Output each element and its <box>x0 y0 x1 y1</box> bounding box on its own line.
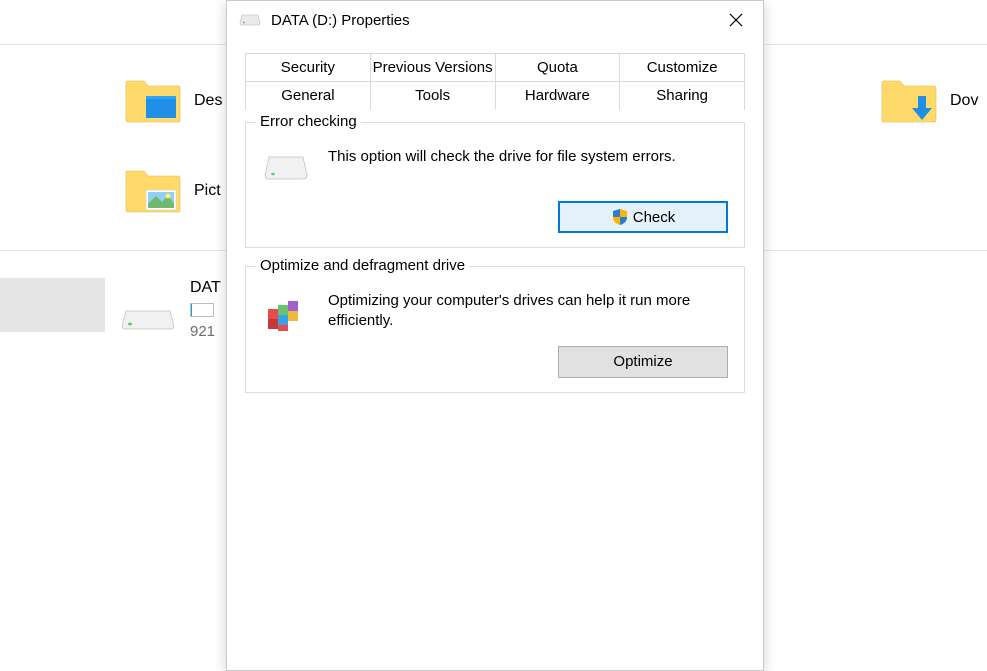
folder-item-downloads[interactable]: Dov <box>880 78 978 123</box>
drive-size: 921 <box>190 323 221 340</box>
shield-icon <box>611 208 629 226</box>
folder-pictures-icon <box>124 168 182 213</box>
tab-quota[interactable]: Quota <box>495 53 621 82</box>
check-button[interactable]: Check <box>558 201 728 233</box>
group-title: Error checking <box>256 113 361 130</box>
folder-label: Des <box>194 92 222 110</box>
folder-item-desktop[interactable]: Des <box>124 78 222 123</box>
tab-sharing[interactable]: Sharing <box>619 81 745 110</box>
group-error-checking: Error checking This option will check th… <box>245 122 745 248</box>
tab-previous-versions[interactable]: Previous Versions <box>370 53 496 82</box>
close-icon <box>729 13 743 27</box>
drive-info: DAT 921 <box>190 279 221 340</box>
tab-hardware[interactable]: Hardware <box>495 81 621 110</box>
tab-tools[interactable]: Tools <box>370 81 496 110</box>
drive-icon <box>118 291 178 336</box>
sidebar-selection <box>0 278 105 332</box>
folder-item-pictures[interactable]: Pict <box>124 168 221 213</box>
tab-general[interactable]: General <box>245 81 371 110</box>
optimize-button[interactable]: Optimize <box>558 346 728 378</box>
drive-icon <box>262 147 310 187</box>
folder-desktop-icon <box>124 78 182 123</box>
folder-label: Dov <box>950 92 978 110</box>
drive-item[interactable]: DAT 921 <box>118 279 221 340</box>
tab-tools-content: Error checking This option will check th… <box>227 110 763 411</box>
titlebar[interactable]: DATA (D:) Properties <box>227 1 763 39</box>
group-title: Optimize and defragment drive <box>256 257 469 274</box>
folder-downloads-icon <box>880 78 938 123</box>
group-optimize: Optimize and defragment drive Optimizing… <box>245 266 745 393</box>
dialog-title: DATA (D:) Properties <box>271 12 703 29</box>
optimize-text: Optimizing your computer's drives can he… <box>328 291 728 332</box>
drive-usage-bar <box>190 303 214 317</box>
defrag-icon <box>262 291 310 331</box>
tab-customize[interactable]: Customize <box>619 53 745 82</box>
drive-icon <box>239 13 261 27</box>
folder-label: Pict <box>194 182 221 200</box>
drive-label: DAT <box>190 279 221 297</box>
tabs-area: Security Previous Versions Quota Customi… <box>227 39 763 110</box>
check-button-label: Check <box>633 209 676 226</box>
close-button[interactable] <box>713 4 759 36</box>
error-checking-text: This option will check the drive for fil… <box>328 147 728 167</box>
properties-dialog: DATA (D:) Properties Security Previous V… <box>226 0 764 671</box>
tab-security[interactable]: Security <box>245 53 371 82</box>
optimize-button-label: Optimize <box>613 353 672 370</box>
